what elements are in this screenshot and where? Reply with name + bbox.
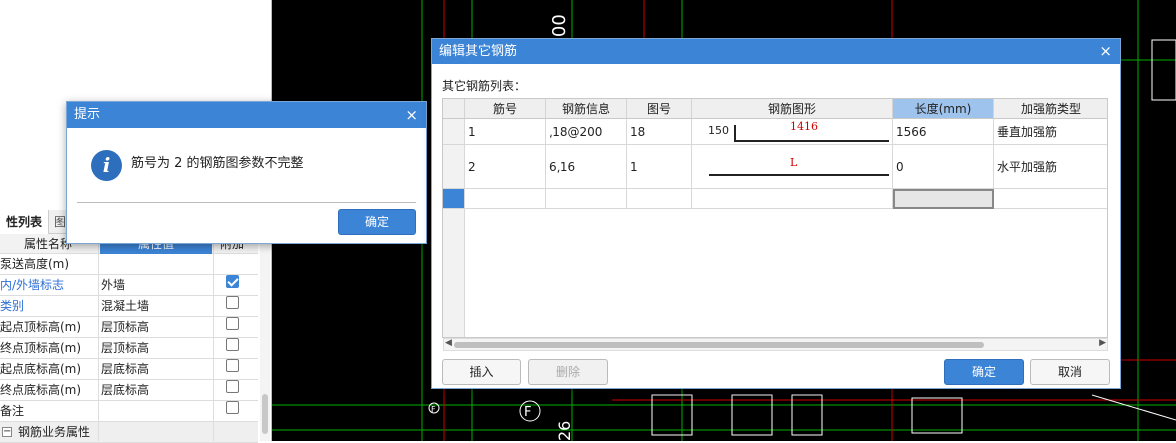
rebar-dialog-title-bar: 编辑其它钢筋 × <box>432 39 1120 64</box>
extra-checkbox[interactable] <box>226 359 239 372</box>
shape-mid-length: 1416 <box>790 120 818 133</box>
cad-axis-small: F <box>431 405 436 414</box>
property-name: 备注 <box>0 404 25 418</box>
alert-ok-button[interactable]: 确定 <box>338 209 416 235</box>
property-value[interactable]: 层顶标高 <box>101 338 149 359</box>
property-row[interactable]: 备注 <box>0 401 258 422</box>
scroll-right-icon[interactable]: ▶ <box>1099 338 1106 348</box>
scroll-thumb[interactable] <box>454 342 984 348</box>
rebar-table: 筋号 钢筋信息 图号 钢筋图形 长度(mm) 加强筋类型 1 ⸲18@200 18 1… <box>442 98 1108 338</box>
horizontal-scrollbar[interactable]: ◀ ▶ <box>443 338 1108 351</box>
property-value[interactable]: 混凝土墙 <box>101 296 149 317</box>
tab-property-list[interactable]: 性列表 <box>0 210 50 234</box>
row-header-filler <box>443 209 465 337</box>
scroll-left-icon[interactable]: ◀ <box>445 338 452 348</box>
column-header[interactable]: 图号 <box>627 99 692 119</box>
property-row[interactable]: 终点底标高(m) 层底标高 <box>0 380 258 401</box>
rebar-list-label: 其它钢筋列表： <box>442 79 527 93</box>
property-name: 内/外墙标志 <box>0 278 65 292</box>
delete-button[interactable]: 删除 <box>528 359 608 385</box>
property-row[interactable]: 起点顶标高(m) 层顶标高 <box>0 317 258 338</box>
alert-divider <box>77 202 416 203</box>
type-cell[interactable]: 垂直加强筋 <box>994 119 1107 145</box>
column-header[interactable]: 钢筋信息 <box>546 99 627 119</box>
property-row[interactable]: 起点底标高(m) 层底标高 <box>0 359 258 380</box>
corner-cell <box>443 99 465 119</box>
property-name: 终点顶标高(m) <box>0 341 82 355</box>
extra-checkbox[interactable] <box>226 338 239 351</box>
property-value[interactable]: 外墙 <box>101 275 125 296</box>
alert-title: 提示 <box>74 107 101 122</box>
type-cell[interactable]: 水平加强筋 <box>994 145 1107 189</box>
extra-checkbox[interactable] <box>226 380 239 393</box>
rebar-id-cell[interactable]: 2 <box>465 145 546 189</box>
property-name: 起点顶标高(m) <box>0 320 82 334</box>
alert-dialog: 提示 × i 筋号为 2 的钢筋图参数不完整 确定 <box>66 101 427 244</box>
row-number <box>443 119 465 145</box>
property-value[interactable]: 层顶标高 <box>101 317 149 338</box>
column-header[interactable]: 钢筋图形 <box>692 99 893 119</box>
rebar-info-cell[interactable]: ⸲18@200 <box>546 119 627 145</box>
length-cell[interactable]: 1566 <box>893 119 994 145</box>
property-row[interactable]: − 钢筋业务属性 <box>0 422 258 443</box>
column-header[interactable]: 加强筋类型 <box>994 99 1107 119</box>
extra-checkbox[interactable] <box>226 296 239 309</box>
shape-left-length: 150 <box>708 124 729 137</box>
property-row[interactable]: 内/外墙标志 外墙 <box>0 275 258 296</box>
length-cell[interactable]: 0 <box>893 145 994 189</box>
cad-dimension-text-bottom: 26 <box>555 421 574 441</box>
extra-checkbox[interactable] <box>226 275 239 288</box>
property-name: 起点底标高(m) <box>0 362 82 376</box>
insert-button[interactable]: 插入 <box>442 359 521 385</box>
rebar-shape-cell[interactable]: 150 1416 <box>692 119 893 145</box>
info-icon: i <box>91 150 122 181</box>
row-number <box>443 189 465 209</box>
figure-number-cell[interactable] <box>627 189 692 209</box>
alert-close-icon[interactable]: × <box>405 102 418 128</box>
figure-number-cell[interactable]: 18 <box>627 119 692 145</box>
property-name: 类别 <box>0 299 25 313</box>
cancel-button[interactable]: 取消 <box>1030 359 1110 385</box>
property-value[interactable]: 层底标高 <box>101 359 149 380</box>
divider <box>98 234 99 441</box>
alert-title-bar: 提示 × <box>67 102 426 128</box>
vertical-scrollbar[interactable] <box>260 234 270 441</box>
property-name: 泵送高度(m) <box>0 257 70 271</box>
rebar-info-cell[interactable]: 6⸲16 <box>546 145 627 189</box>
type-cell[interactable] <box>994 189 1107 209</box>
rebar-dialog-title: 编辑其它钢筋 <box>439 44 518 59</box>
rebar-dialog-close-icon[interactable]: × <box>1099 39 1112 64</box>
rebar-shape-line <box>709 174 889 176</box>
rebar-info-cell[interactable] <box>546 189 627 209</box>
property-row[interactable]: 终点顶标高(m) 层顶标高 <box>0 338 258 359</box>
extra-checkbox[interactable] <box>226 401 239 414</box>
ok-button[interactable]: 确定 <box>944 359 1024 385</box>
collapse-icon[interactable]: − <box>2 427 12 437</box>
divider <box>213 234 214 441</box>
rebar-id-cell[interactable]: 1 <box>465 119 546 145</box>
shape-mid-length: L <box>790 156 798 169</box>
scroll-thumb[interactable] <box>262 394 268 434</box>
row-number <box>443 145 465 189</box>
property-name: 终点底标高(m) <box>0 383 82 397</box>
rebar-hook-line <box>734 125 736 142</box>
rebar-shape-cell[interactable]: L <box>692 145 893 189</box>
property-value[interactable]: 层底标高 <box>101 380 149 401</box>
cad-axis-label: F <box>524 405 531 420</box>
extra-checkbox[interactable] <box>226 317 239 330</box>
rebar-shape-cell[interactable] <box>692 189 893 209</box>
rebar-shape-line <box>734 140 889 142</box>
property-name: 钢筋业务属性 <box>18 425 91 439</box>
property-row[interactable]: 泵送高度(m) <box>0 254 258 275</box>
property-table: 属性名称 属性值 附加 泵送高度(m) 内/外墙标志 外墙 类别 混凝土墙 起点顶标高(m… <box>0 234 258 443</box>
alert-message: 筋号为 2 的钢筋图参数不完整 <box>131 156 304 171</box>
figure-number-cell[interactable]: 1 <box>627 145 692 189</box>
rebar-id-cell[interactable] <box>465 189 546 209</box>
property-row[interactable]: 类别 混凝土墙 <box>0 296 258 317</box>
column-header[interactable]: 长度(mm) <box>893 99 994 119</box>
length-cell[interactable] <box>893 189 994 209</box>
column-header[interactable]: 筋号 <box>465 99 546 119</box>
